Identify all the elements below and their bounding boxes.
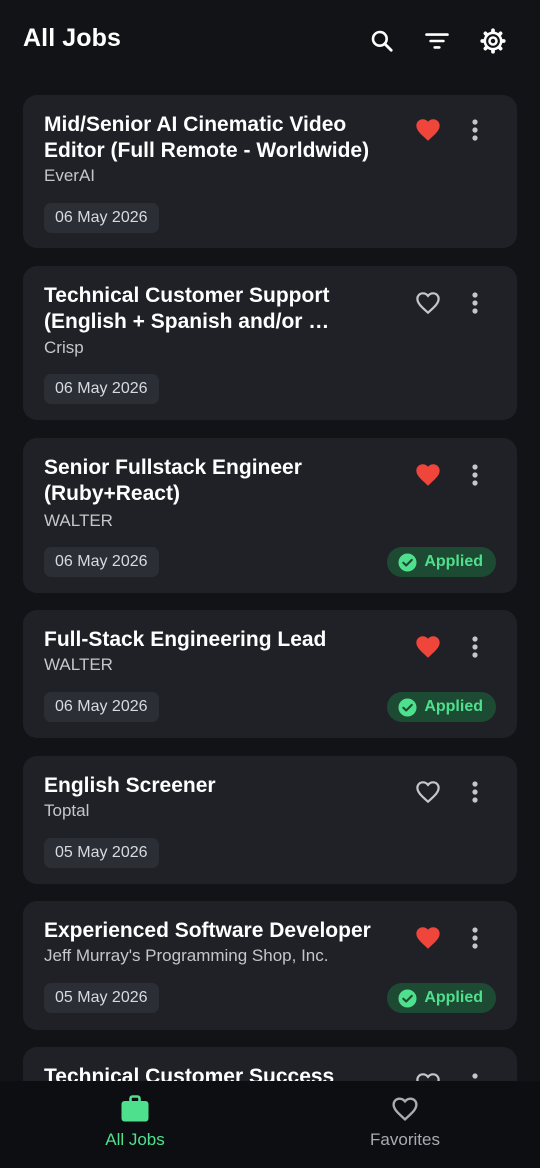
heart-icon <box>416 464 440 486</box>
heart-outline-icon <box>416 1073 440 1081</box>
job-title: Senior Fullstack Engineer (Ruby+React) <box>44 456 302 505</box>
job-title: Experienced Software Developer <box>44 919 371 942</box>
heart-outline-icon <box>389 1093 421 1125</box>
briefcase-icon <box>119 1093 151 1125</box>
app-bar: All Jobs <box>0 0 540 80</box>
more-vertical-icon <box>472 927 478 949</box>
favorite-button[interactable] <box>411 775 445 809</box>
applied-badge: Applied <box>387 547 496 577</box>
job-company: Jeff Murray's Programming Shop, Inc. <box>44 946 329 965</box>
job-company: EverAI <box>44 166 96 185</box>
favorite-button[interactable] <box>411 113 445 147</box>
favorite-button[interactable] <box>411 921 445 955</box>
filter-icon <box>425 33 449 49</box>
applied-label: Applied <box>424 553 483 570</box>
page-title: All Jobs <box>23 24 122 52</box>
more-options-button[interactable] <box>461 775 489 809</box>
job-card[interactable]: Technical Customer Success <box>23 1047 517 1081</box>
favorite-button[interactable] <box>411 458 445 492</box>
check-circle-icon <box>398 988 417 1008</box>
applied-label: Applied <box>424 989 483 1006</box>
more-vertical-icon <box>472 464 478 486</box>
settings-button[interactable] <box>476 24 510 58</box>
job-title: Technical Customer Support (English + Sp… <box>44 284 330 333</box>
nav-item-favorites[interactable]: Favorites <box>270 1081 540 1168</box>
filter-button[interactable] <box>420 24 454 58</box>
job-card[interactable]: English Screener Toptal 05 May 2026 <box>23 756 517 884</box>
date-chip: 05 May 2026 <box>44 983 159 1013</box>
favorite-button[interactable] <box>411 1067 445 1081</box>
applied-badge: Applied <box>387 692 496 722</box>
date-chip: 06 May 2026 <box>44 547 159 577</box>
date-chip: 06 May 2026 <box>44 374 159 404</box>
bottom-nav: All Jobs Favorites <box>0 1081 540 1168</box>
nav-label: All Jobs <box>105 1130 165 1149</box>
favorite-button[interactable] <box>411 286 445 320</box>
heart-icon <box>416 927 440 949</box>
applied-badge: Applied <box>387 983 496 1013</box>
more-options-button[interactable] <box>461 286 489 320</box>
more-vertical-icon <box>472 292 478 314</box>
date-chip: 05 May 2026 <box>44 838 159 868</box>
date-chip: 06 May 2026 <box>44 692 159 722</box>
job-title: Full-Stack Engineering Lead <box>44 628 327 651</box>
more-options-button[interactable] <box>461 1067 489 1081</box>
more-vertical-icon <box>472 781 478 803</box>
job-company: Toptal <box>44 801 90 820</box>
heart-icon <box>416 636 440 658</box>
job-card[interactable]: Full-Stack Engineering Lead WALTER 06 Ma… <box>23 610 517 738</box>
more-options-button[interactable] <box>461 921 489 955</box>
more-options-button[interactable] <box>461 630 489 664</box>
more-vertical-icon <box>472 119 478 141</box>
check-circle-icon <box>398 552 417 572</box>
more-vertical-icon <box>472 636 478 658</box>
heart-icon <box>416 119 440 141</box>
job-company: WALTER <box>44 511 113 530</box>
job-company: Crisp <box>44 338 84 357</box>
applied-label: Applied <box>424 698 483 715</box>
favorite-button[interactable] <box>411 630 445 664</box>
job-list[interactable]: Mid/Senior AI Cinematic Video Editor (Fu… <box>0 80 540 1081</box>
gear-icon <box>480 28 506 54</box>
job-card[interactable]: Senior Fullstack Engineer (Ruby+React) W… <box>23 438 517 593</box>
job-card[interactable]: Mid/Senior AI Cinematic Video Editor (Fu… <box>23 95 517 248</box>
heart-outline-icon <box>416 292 440 315</box>
search-button[interactable] <box>365 24 399 58</box>
job-title: Mid/Senior AI Cinematic Video Editor (Fu… <box>44 113 370 162</box>
date-chip: 06 May 2026 <box>44 203 159 233</box>
check-circle-icon <box>398 697 417 717</box>
heart-outline-icon <box>416 781 440 804</box>
job-title: English Screener <box>44 774 216 797</box>
more-vertical-icon <box>472 1073 478 1079</box>
job-company: WALTER <box>44 655 113 674</box>
more-options-button[interactable] <box>461 458 489 492</box>
job-card[interactable]: Technical Customer Support (English + Sp… <box>23 266 517 420</box>
nav-label: Favorites <box>370 1130 440 1149</box>
nav-item-all-jobs[interactable]: All Jobs <box>0 1081 270 1168</box>
job-card[interactable]: Experienced Software Developer Jeff Murr… <box>23 901 517 1030</box>
more-options-button[interactable] <box>461 113 489 147</box>
search-icon <box>371 30 393 52</box>
job-title: Technical Customer Success <box>44 1065 335 1081</box>
